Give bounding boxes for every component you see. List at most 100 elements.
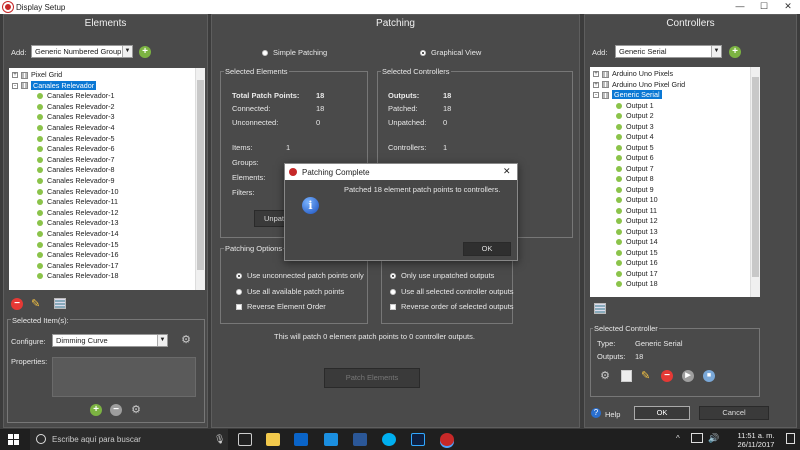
- add-element-button[interactable]: +: [139, 46, 151, 58]
- remove-property-button[interactable]: −: [110, 404, 122, 416]
- remove-controller-button[interactable]: −: [661, 370, 673, 382]
- graphical-view-radio[interactable]: Graphical View: [420, 48, 481, 57]
- tree-item-output[interactable]: Output 7: [616, 164, 654, 175]
- tree-item-element[interactable]: Canales Relevador-6: [37, 144, 115, 155]
- tree-item-element[interactable]: Canales Relevador-13: [37, 218, 119, 229]
- elements-add-combo[interactable]: Generic Numbered Group ▼: [31, 45, 133, 58]
- table-icon[interactable]: [54, 298, 66, 309]
- tree-item-output[interactable]: Output 11: [616, 206, 657, 217]
- expand-icon[interactable]: +: [593, 81, 599, 88]
- windows-start-icon[interactable]: [8, 434, 19, 445]
- tree-item-output[interactable]: Output 5: [616, 143, 654, 154]
- minimize-button[interactable]: —: [730, 1, 750, 11]
- tree-item-canales-relevador[interactable]: - Canales Relevador: [12, 80, 97, 92]
- patch-elements-button[interactable]: Patch Elements: [324, 368, 420, 388]
- tree-item-output[interactable]: Output 12: [616, 216, 658, 227]
- tree-item-element[interactable]: Canales Relevador-11: [37, 197, 118, 208]
- tree-item-output[interactable]: Output 15: [616, 248, 658, 259]
- configure-combo[interactable]: Dimming Curve ▼: [52, 334, 168, 347]
- tree-item-element[interactable]: Canales Relevador-3: [37, 112, 115, 123]
- option-all-controller-outputs[interactable]: Use all selected controller outputs: [390, 287, 514, 296]
- tree-item-generic-serial[interactable]: - Generic Serial: [593, 90, 662, 101]
- simple-patching-radio[interactable]: Simple Patching: [262, 48, 327, 57]
- tree-item-output[interactable]: Output 17: [616, 269, 658, 280]
- chevron-down-icon[interactable]: ▼: [157, 335, 167, 346]
- add-property-button[interactable]: +: [90, 404, 102, 416]
- tree-item-output[interactable]: Output 10: [616, 195, 658, 206]
- tree-item-element[interactable]: Canales Relevador-9: [37, 176, 115, 187]
- task-view-icon[interactable]: [238, 433, 252, 446]
- tree-item-element[interactable]: Canales Relevador-15: [37, 240, 119, 251]
- elements-tree-scrollbar[interactable]: [195, 68, 205, 290]
- elements-tree[interactable]: + Pixel Grid - Canales Relevador Canales R…: [9, 68, 205, 290]
- dialog-ok-button[interactable]: OK: [463, 242, 511, 256]
- chevron-down-icon[interactable]: ▼: [122, 46, 132, 57]
- stop-icon[interactable]: ■: [703, 370, 715, 382]
- tree-item-output[interactable]: Output 14: [616, 237, 658, 248]
- tree-item-element[interactable]: Canales Relevador-14: [37, 229, 119, 240]
- word-icon[interactable]: [353, 433, 367, 446]
- controllers-tree[interactable]: + Arduino Uno Pixels + Arduino Uno Pixel G…: [590, 67, 760, 297]
- tree-item-element[interactable]: Canales Relevador-7: [37, 155, 115, 166]
- tree-item-output[interactable]: Output 9: [616, 185, 654, 196]
- cancel-button[interactable]: Cancel: [699, 406, 769, 420]
- tree-item-element[interactable]: Canales Relevador-16: [37, 250, 119, 261]
- clipboard-icon[interactable]: [621, 370, 632, 382]
- option-all-available[interactable]: Use all available patch points: [236, 287, 344, 296]
- pencil-icon[interactable]: ✎: [31, 297, 43, 310]
- microphone-icon[interactable]: 🎙: [214, 434, 225, 445]
- collapse-icon[interactable]: -: [593, 92, 599, 99]
- maximize-button[interactable]: ☐: [754, 1, 774, 12]
- edge-icon[interactable]: [324, 433, 338, 446]
- skype-icon[interactable]: [382, 433, 396, 446]
- tree-item-element[interactable]: Canales Relevador-10: [37, 187, 119, 198]
- tree-item-element[interactable]: Canales Relevador-12: [37, 208, 119, 219]
- help-icon[interactable]: ?: [591, 408, 601, 418]
- tree-item-pixel-grid[interactable]: + Pixel Grid: [12, 70, 62, 81]
- expand-icon[interactable]: +: [12, 72, 18, 79]
- collapse-icon[interactable]: -: [12, 82, 18, 89]
- add-controller-button[interactable]: +: [729, 46, 741, 58]
- controllers-add-combo[interactable]: Generic Serial ▼: [615, 45, 722, 58]
- action-center-icon[interactable]: [786, 433, 795, 444]
- tree-item-element[interactable]: Canales Relevador-5: [37, 134, 115, 145]
- outlook-icon[interactable]: [294, 433, 308, 446]
- tree-item-output[interactable]: Output 4: [616, 132, 654, 143]
- tree-item-output[interactable]: Output 13: [616, 227, 658, 238]
- option-unconnected-only[interactable]: Use unconnected patch points only: [236, 271, 364, 280]
- gear-icon[interactable]: ⚙: [599, 370, 611, 382]
- tree-item-output[interactable]: Output 2: [616, 111, 654, 122]
- network-icon[interactable]: [691, 433, 703, 443]
- clock[interactable]: 11:51 a. m. 26/11/2017: [731, 431, 781, 449]
- remove-element-button[interactable]: −: [11, 298, 23, 310]
- chevron-down-icon[interactable]: ▼: [711, 46, 721, 57]
- tree-item-arduino-uno-pixels[interactable]: + Arduino Uno Pixels: [593, 69, 673, 80]
- tree-item-arduino-uno-pixel-grid[interactable]: + Arduino Uno Pixel Grid: [593, 80, 685, 91]
- table-icon[interactable]: [594, 303, 606, 314]
- gear-icon[interactable]: ⚙: [180, 334, 192, 346]
- dialog-close-button[interactable]: ✕: [503, 166, 511, 177]
- tree-item-output[interactable]: Output 16: [616, 258, 658, 269]
- option-reverse-element-order[interactable]: Reverse Element Order: [236, 302, 326, 311]
- help-link[interactable]: Help: [605, 410, 620, 419]
- photoshop-icon[interactable]: [411, 433, 425, 446]
- play-icon[interactable]: ▶: [682, 370, 694, 382]
- tree-item-element[interactable]: Canales Relevador-4: [37, 123, 115, 134]
- tray-chevron-icon[interactable]: ^: [676, 434, 680, 443]
- tree-item-element[interactable]: Canales Relevador-17: [37, 261, 119, 272]
- taskbar-search[interactable]: Escribe aquí para buscar 🎙: [30, 429, 228, 450]
- tree-item-output[interactable]: Output 18: [616, 279, 658, 290]
- vixen-app-icon[interactable]: [440, 433, 454, 446]
- tree-item-output[interactable]: Output 8: [616, 174, 654, 185]
- tree-item-output[interactable]: Output 6: [616, 153, 654, 164]
- option-unpatched-outputs[interactable]: Only use unpatched outputs: [390, 271, 494, 280]
- volume-icon[interactable]: 🔊: [708, 433, 719, 444]
- tree-item-output[interactable]: Output 1: [616, 101, 654, 112]
- file-explorer-icon[interactable]: [266, 433, 280, 446]
- tree-item-element[interactable]: Canales Relevador-1: [37, 91, 115, 102]
- close-button[interactable]: ✕: [778, 1, 798, 12]
- tree-item-output[interactable]: Output 3: [616, 122, 654, 133]
- pencil-icon[interactable]: ✎: [641, 369, 653, 382]
- tree-item-element[interactable]: Canales Relevador-18: [37, 271, 119, 282]
- gear-icon[interactable]: ⚙: [130, 404, 142, 416]
